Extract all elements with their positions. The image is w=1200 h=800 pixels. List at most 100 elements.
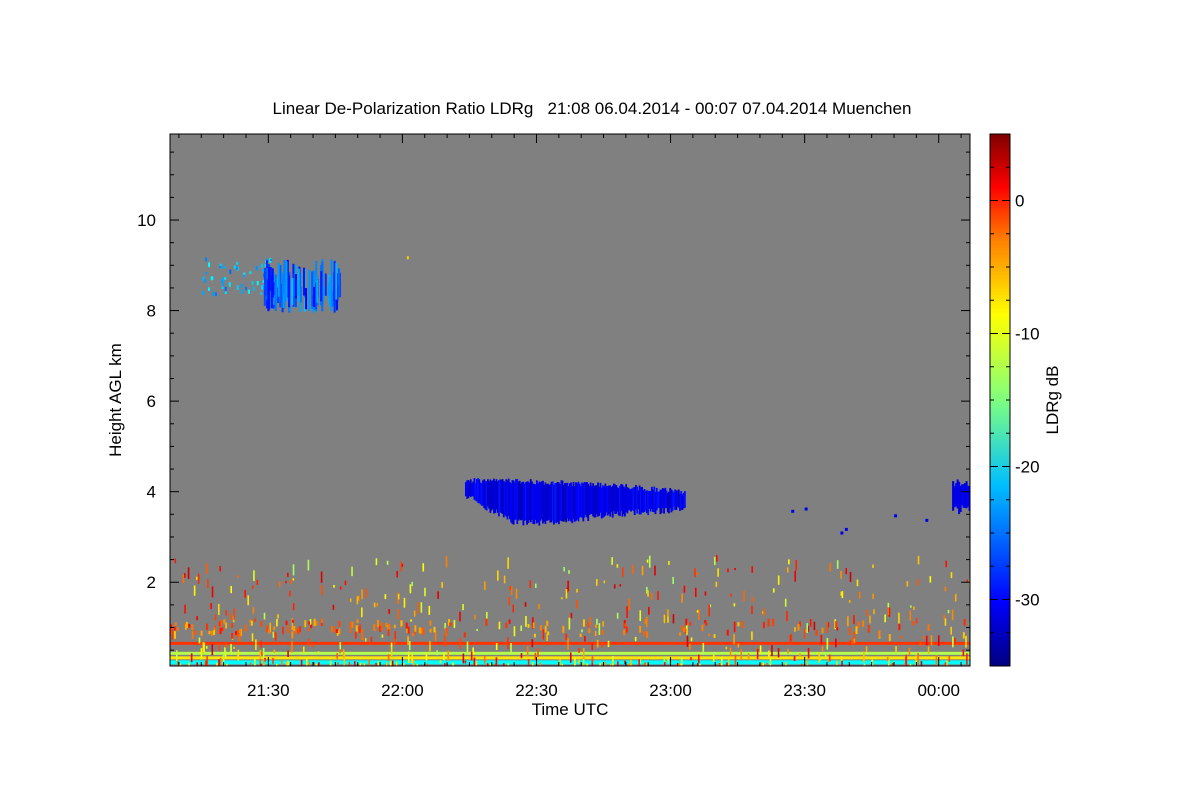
scatter-mark (520, 653, 523, 659)
scatter-mark (253, 570, 255, 582)
scatter-mark (569, 652, 572, 663)
cirrus-column (285, 261, 288, 302)
y-tick-label: 6 (147, 392, 156, 411)
scatter-mark (526, 645, 529, 657)
cirrus-column (324, 273, 327, 296)
cirrus-mark (204, 279, 207, 283)
scatter-mark (625, 626, 628, 633)
scatter-mark (702, 642, 705, 652)
scatter-mark (769, 658, 772, 666)
scatter-mark (686, 636, 689, 647)
scatter-mark (694, 587, 697, 598)
scatter-mark (766, 662, 768, 666)
scatter-mark (576, 600, 578, 609)
cirrus-mark (215, 292, 218, 296)
scatter-mark (329, 660, 332, 666)
scatter-mark (291, 640, 293, 653)
scatter-mark (422, 627, 425, 635)
scatter-mark (361, 589, 363, 600)
scatter-mark (221, 627, 224, 632)
scatter-mark (952, 636, 954, 648)
scatter-mark (623, 629, 626, 636)
scatter-mark (439, 660, 442, 664)
scatter-mark (966, 653, 968, 665)
scatter-mark (751, 566, 754, 573)
scatter-mark (287, 625, 290, 634)
scatter-mark (210, 602, 212, 610)
scatter-mark (927, 624, 930, 631)
scatter-mark (368, 660, 371, 666)
scatter-mark (429, 641, 431, 652)
scatter-mark (683, 627, 686, 632)
scatter-mark (289, 590, 291, 597)
scatter-mark (919, 640, 922, 647)
cirrus-mark (233, 265, 236, 269)
scatter-mark (913, 606, 915, 610)
scatter-mark (375, 662, 377, 666)
scatter-mark (515, 588, 518, 599)
scatter-mark (354, 631, 357, 639)
scatter-mark (364, 638, 367, 642)
scatter-mark (847, 616, 849, 627)
scatter-mark (313, 618, 316, 627)
scatter-mark (292, 564, 295, 576)
scatter-mark (767, 618, 770, 627)
scatter-mark (909, 663, 912, 666)
cirrus-mark (261, 269, 264, 273)
scatter-mark (567, 637, 569, 650)
scatter-mark (292, 578, 295, 581)
scatter-mark (696, 610, 699, 613)
scatter-mark (759, 645, 762, 654)
scatter-mark (445, 627, 448, 636)
scatter-mark (917, 652, 919, 665)
scatter-mark (898, 623, 901, 631)
scatter-mark (244, 624, 247, 632)
x-tick-label: 23:00 (649, 681, 692, 700)
scatter-mark (191, 624, 194, 631)
colorbar-tick-label: 0 (1015, 192, 1024, 211)
scatter-mark (339, 649, 341, 654)
scatter-mark (751, 605, 753, 614)
scatter-mark (912, 620, 915, 626)
scatter-mark (962, 649, 965, 657)
scatter-mark (534, 583, 537, 588)
cirrus-mark (205, 257, 208, 262)
scatter-mark (475, 661, 478, 666)
cirrus-column (330, 259, 333, 308)
scatter-mark (397, 609, 400, 620)
scatter-mark (954, 637, 956, 643)
scatter-mark (434, 630, 437, 642)
scatter-mark (596, 579, 598, 586)
scatter-mark (447, 650, 450, 662)
cirrus-column (294, 273, 297, 299)
scatter-mark (441, 582, 443, 588)
scatter-mark (887, 602, 890, 608)
scatter-mark (174, 558, 177, 564)
scatter-mark (331, 626, 333, 632)
scatter-mark (223, 619, 226, 624)
scatter-mark (265, 625, 268, 632)
scatter-mark (256, 579, 259, 586)
scatter-mark (937, 635, 940, 647)
scatter-mark (422, 563, 425, 572)
scatter-mark (292, 619, 295, 623)
scatter-mark (917, 555, 920, 565)
scatter-mark (337, 662, 339, 665)
cirrus-column (263, 268, 266, 296)
scatter-mark (214, 614, 217, 621)
scatter-mark (594, 630, 597, 637)
scatter-mark (584, 635, 586, 642)
scatter-mark (855, 626, 858, 634)
scatter-mark (844, 527, 848, 531)
scatter-mark (411, 581, 413, 587)
cirrus-mark (229, 269, 232, 275)
scatter-mark (361, 632, 364, 641)
scatter-mark (483, 656, 486, 664)
cirrus-mark (220, 265, 223, 269)
scatter-mark (230, 586, 232, 594)
scatter-mark (559, 658, 561, 666)
y-tick-label: 8 (147, 302, 156, 321)
scatter-mark (387, 654, 390, 662)
scatter-mark (277, 614, 279, 619)
x-tick-label: 00:00 (917, 681, 960, 700)
